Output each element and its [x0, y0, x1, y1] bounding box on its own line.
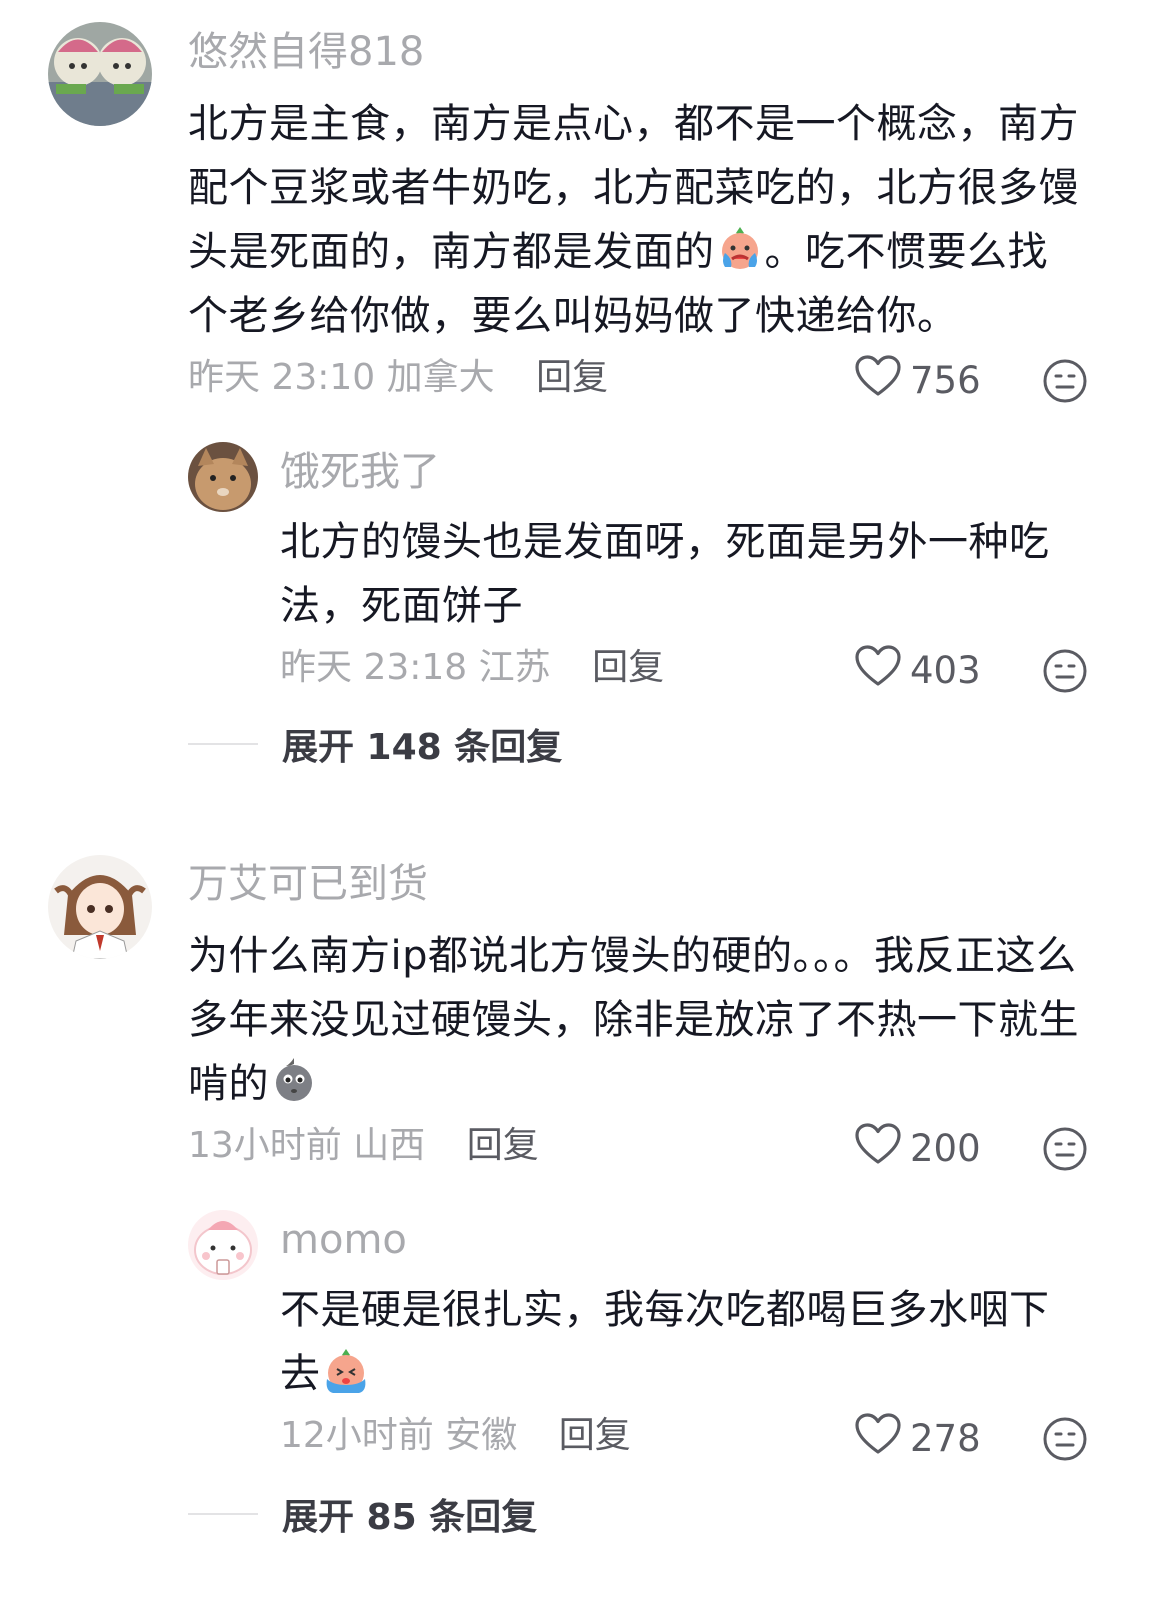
- expand-replies-label: 展开 148 条回复: [282, 727, 563, 768]
- divider: [188, 743, 258, 745]
- expand-replies-button[interactable]: 展开 85 条回复: [188, 1488, 537, 1540]
- crying-face-icon: [715, 223, 765, 273]
- dislike-button[interactable]: [1042, 648, 1088, 694]
- divider: [188, 1513, 258, 1515]
- comment-username[interactable]: 万艾可已到货: [188, 860, 428, 908]
- expand-replies-button[interactable]: 展开 148 条回复: [188, 718, 562, 770]
- comment-meta: 昨天 23:10 加拿大 回复: [188, 356, 608, 400]
- like-count: 756: [910, 359, 981, 402]
- like-count: 200: [910, 1127, 981, 1170]
- like-button[interactable]: 200: [854, 1122, 981, 1176]
- neutral-face-icon: [1043, 359, 1087, 403]
- like-button[interactable]: 278: [854, 1412, 981, 1466]
- comment-location: 山西: [353, 1125, 426, 1166]
- reply-time: 昨天 23:18: [280, 647, 468, 688]
- reply-location: 安徽: [445, 1415, 518, 1456]
- neutral-face-icon: [1043, 649, 1087, 693]
- reply-text: 北方的馒头也是发面呀，死面是另外一种吃法，死面饼子: [280, 519, 1050, 629]
- dislike-button[interactable]: [1042, 1416, 1088, 1462]
- comment-text-part: 为什么南方ip都说北方馒头的硬的。。。我反正这么多年来没见过硬馒头，除非是放凉了…: [188, 933, 1079, 1107]
- comment-time: 昨天 23:10: [188, 357, 376, 398]
- reply-button[interactable]: 回复: [536, 357, 608, 398]
- comment-text: 北方是主食，南方是点心，都不是一个概念，南方配个豆浆或者牛奶吃，北方配菜吃的，北…: [188, 92, 1088, 348]
- reply-time: 12小时前: [280, 1415, 434, 1456]
- reply-button[interactable]: 回复: [592, 647, 664, 688]
- avatar[interactable]: [48, 855, 152, 959]
- like-button[interactable]: 756: [854, 354, 981, 408]
- reply-text: 不是硬是很扎实，我每次吃都喝巨多水咽下去: [280, 1278, 1080, 1406]
- reply-text-part: 不是硬是很扎实，我每次吃都喝巨多水咽下去: [280, 1287, 1050, 1397]
- comment-meta: 13小时前 山西 回复: [188, 1124, 539, 1168]
- reply-location: 江苏: [478, 647, 551, 688]
- sweat-face-icon: [269, 1055, 319, 1105]
- like-count: 278: [910, 1417, 981, 1460]
- expand-replies-label: 展开 85 条回复: [282, 1497, 538, 1538]
- reply-meta: 12小时前 安徽 回复: [280, 1414, 631, 1458]
- neutral-face-icon: [1043, 1417, 1087, 1461]
- like-button[interactable]: 403: [854, 644, 981, 698]
- avatar[interactable]: [188, 1210, 258, 1280]
- comment-location: 加拿大: [386, 357, 495, 398]
- reply-button[interactable]: 回复: [559, 1415, 631, 1456]
- comment-text: 为什么南方ip都说北方馒头的硬的。。。我反正这么多年来没见过硬馒头，除非是放凉了…: [188, 924, 1088, 1116]
- avatar[interactable]: [48, 22, 152, 126]
- comment-username[interactable]: 悠然自得818: [188, 28, 424, 76]
- reply-meta: 昨天 23:18 江苏 回复: [280, 646, 664, 690]
- reply-button[interactable]: 回复: [467, 1125, 539, 1166]
- neutral-face-icon: [1043, 1127, 1087, 1171]
- crying-face-icon: [321, 1345, 371, 1395]
- avatar[interactable]: [188, 442, 258, 512]
- heart-icon: [854, 644, 902, 698]
- heart-icon: [854, 1122, 902, 1176]
- dislike-button[interactable]: [1042, 1126, 1088, 1172]
- like-count: 403: [910, 649, 981, 692]
- reply-username[interactable]: momo: [280, 1216, 407, 1264]
- dislike-button[interactable]: [1042, 358, 1088, 404]
- reply-username[interactable]: 饿死我了: [280, 448, 440, 496]
- heart-icon: [854, 1412, 902, 1466]
- heart-icon: [854, 354, 902, 408]
- comment-time: 13小时前: [188, 1125, 342, 1166]
